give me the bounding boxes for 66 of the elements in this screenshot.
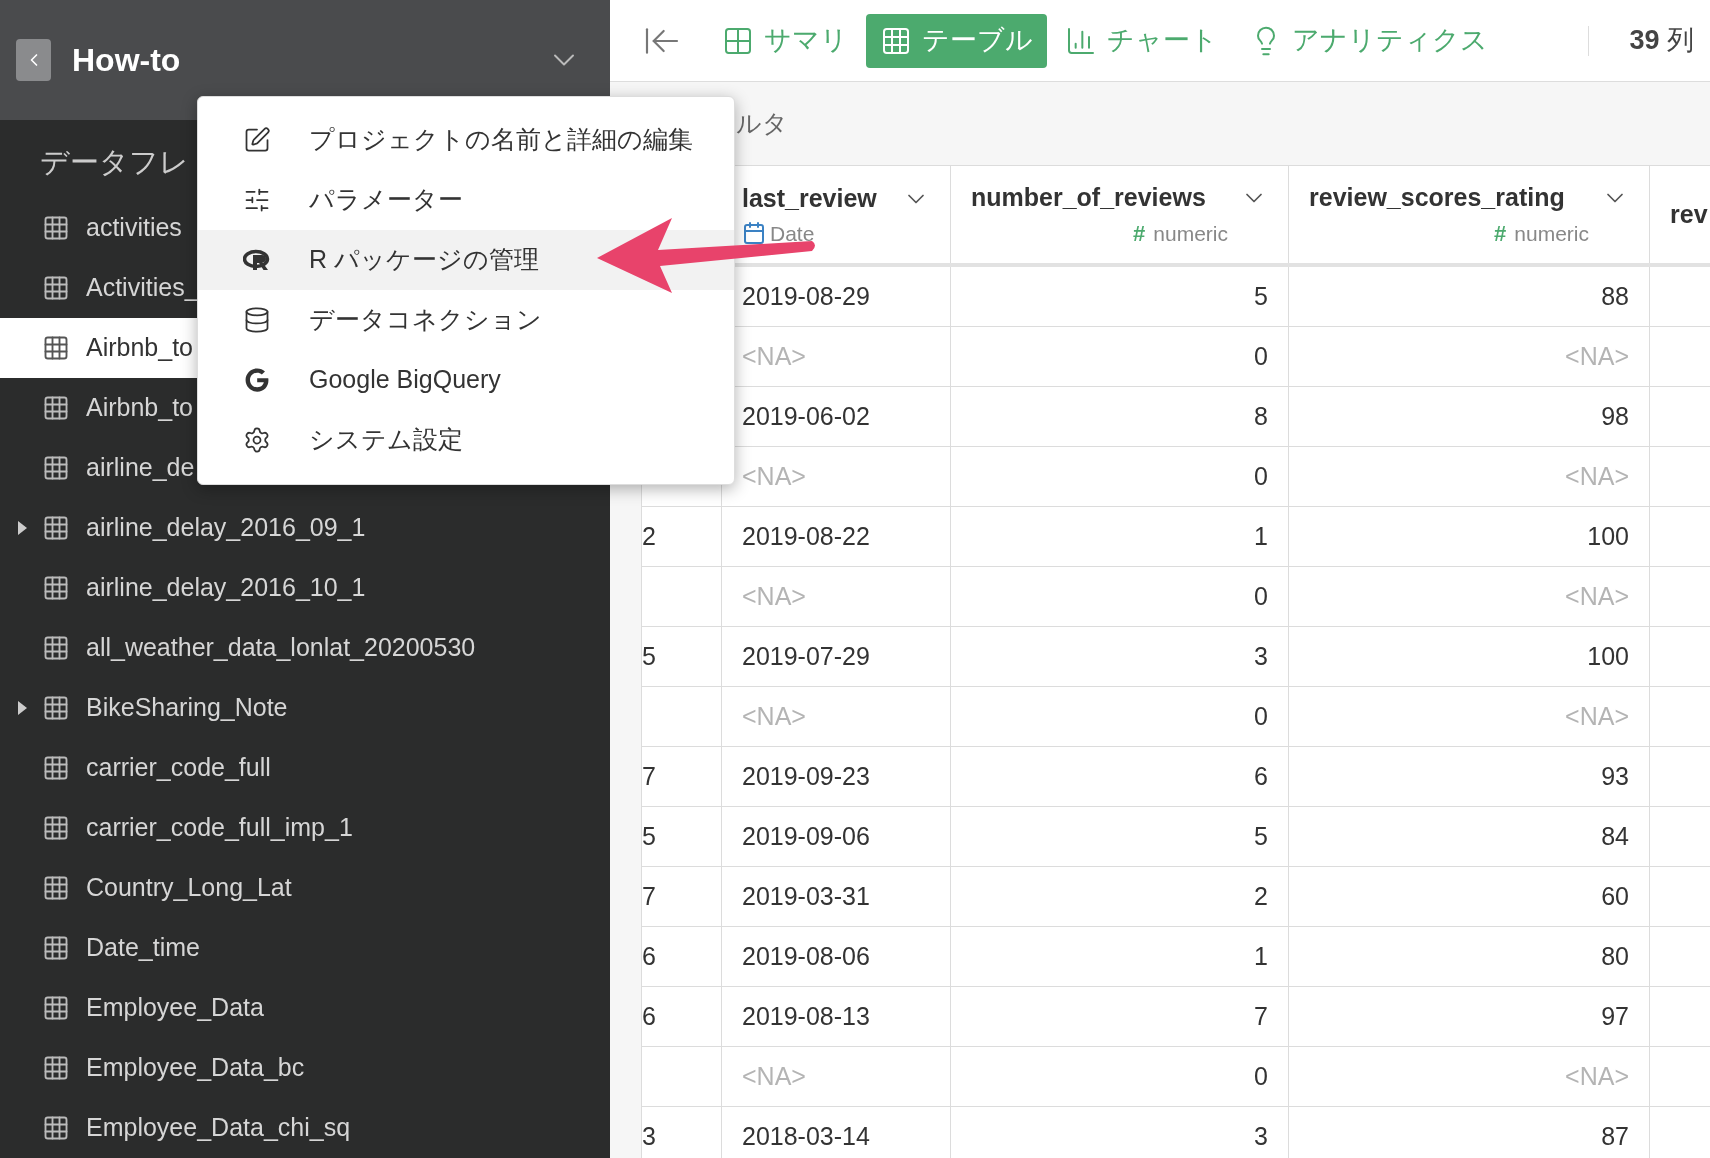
table-cell-text: 6 xyxy=(1254,760,1268,792)
table-cell-text: 0 xyxy=(1254,580,1268,612)
column-name: last_review xyxy=(742,183,877,214)
table-cell-text: 2019-08-29 xyxy=(742,280,870,312)
table-cell-text: 93 xyxy=(1601,760,1629,792)
table-cell-text: 7 xyxy=(642,880,656,912)
table-cell-text: 0 xyxy=(1254,460,1268,492)
table-cell-text: <NA> xyxy=(1565,580,1629,612)
table-cell-text: 2019-06-02 xyxy=(742,400,870,432)
table-cell-text: <NA> xyxy=(742,340,806,372)
table-cell-text: 7 xyxy=(642,760,656,792)
table-cell-text: 0 xyxy=(1254,340,1268,372)
type-symbol: # xyxy=(1133,219,1146,248)
table-cell-text: 5 xyxy=(1254,280,1268,312)
column-name: number_of_reviews xyxy=(971,182,1206,214)
table-cell-text: 2019-09-06 xyxy=(742,820,870,852)
table-cell-text: 100 xyxy=(1587,520,1629,552)
table-cell-text: 2 xyxy=(1254,880,1268,912)
table-cell-text: 2019-09-23 xyxy=(742,760,870,792)
table-cell-text: 2019-08-06 xyxy=(742,940,870,972)
table-cell-text: <NA> xyxy=(742,460,806,492)
table-cell-text: 84 xyxy=(1601,820,1629,852)
table-cell-text: 2 xyxy=(642,520,656,552)
table-cell-text: 5 xyxy=(642,640,656,672)
table-cell-text: 6 xyxy=(642,940,656,972)
column-type: numeric xyxy=(1153,220,1228,247)
table-cell-text: 3 xyxy=(642,1120,656,1152)
table-cell-text: 100 xyxy=(1587,640,1629,672)
table-cell-text: 7 xyxy=(1254,1000,1268,1032)
column-type: numeric xyxy=(1514,220,1589,247)
table-cell-text: 60 xyxy=(1601,880,1629,912)
table-cell-text: 98 xyxy=(1601,400,1629,432)
type-symbol: # xyxy=(1494,219,1507,248)
table-cell-text: 0 xyxy=(1254,700,1268,732)
table-cell-text: 5 xyxy=(1254,820,1268,852)
table-cell-text: 2019-08-22 xyxy=(742,520,870,552)
table-cell-text: 88 xyxy=(1601,280,1629,312)
table-cell-text: <NA> xyxy=(1565,340,1629,372)
table-cell-text: <NA> xyxy=(1565,700,1629,732)
table-cell-text: <NA> xyxy=(1565,1060,1629,1092)
table-cell-text: 3 xyxy=(1254,640,1268,672)
table-cell-text: 0 xyxy=(1254,1060,1268,1092)
table-cell-text: 6 xyxy=(642,1000,656,1032)
table-cell-text: 80 xyxy=(1601,940,1629,972)
table-cell-text: 1 xyxy=(1254,940,1268,972)
table-cell-text: 2019-03-31 xyxy=(742,880,870,912)
table-cell-text: 2018-03-14 xyxy=(742,1120,870,1152)
table-cell-text: <NA> xyxy=(742,700,806,732)
table-cell-text: 5 xyxy=(642,820,656,852)
table-cell-text: 1 xyxy=(1254,520,1268,552)
column-name: review_scores_rating xyxy=(1309,182,1565,214)
table-cell-text: 3 xyxy=(1254,1120,1268,1152)
table-cell-text: <NA> xyxy=(742,580,806,612)
table-cell-text: 87 xyxy=(1601,1120,1629,1152)
column-count: 39 列 xyxy=(1629,24,1694,58)
column-type: Date xyxy=(770,220,815,247)
table-cell-text: 97 xyxy=(1601,1000,1629,1032)
column-name: rev xyxy=(1670,198,1708,230)
project-title: How-to xyxy=(72,41,181,80)
filter-label: ルタ xyxy=(736,107,788,139)
table-cell-text: <NA> xyxy=(1565,460,1629,492)
table-cell-text: 2019-07-29 xyxy=(742,640,870,672)
section-title: データフレ xyxy=(40,144,189,180)
table-cell-text: 8 xyxy=(1254,400,1268,432)
table-cell-text: 2019-08-13 xyxy=(742,1000,870,1032)
table-cell-text: <NA> xyxy=(742,1060,806,1092)
